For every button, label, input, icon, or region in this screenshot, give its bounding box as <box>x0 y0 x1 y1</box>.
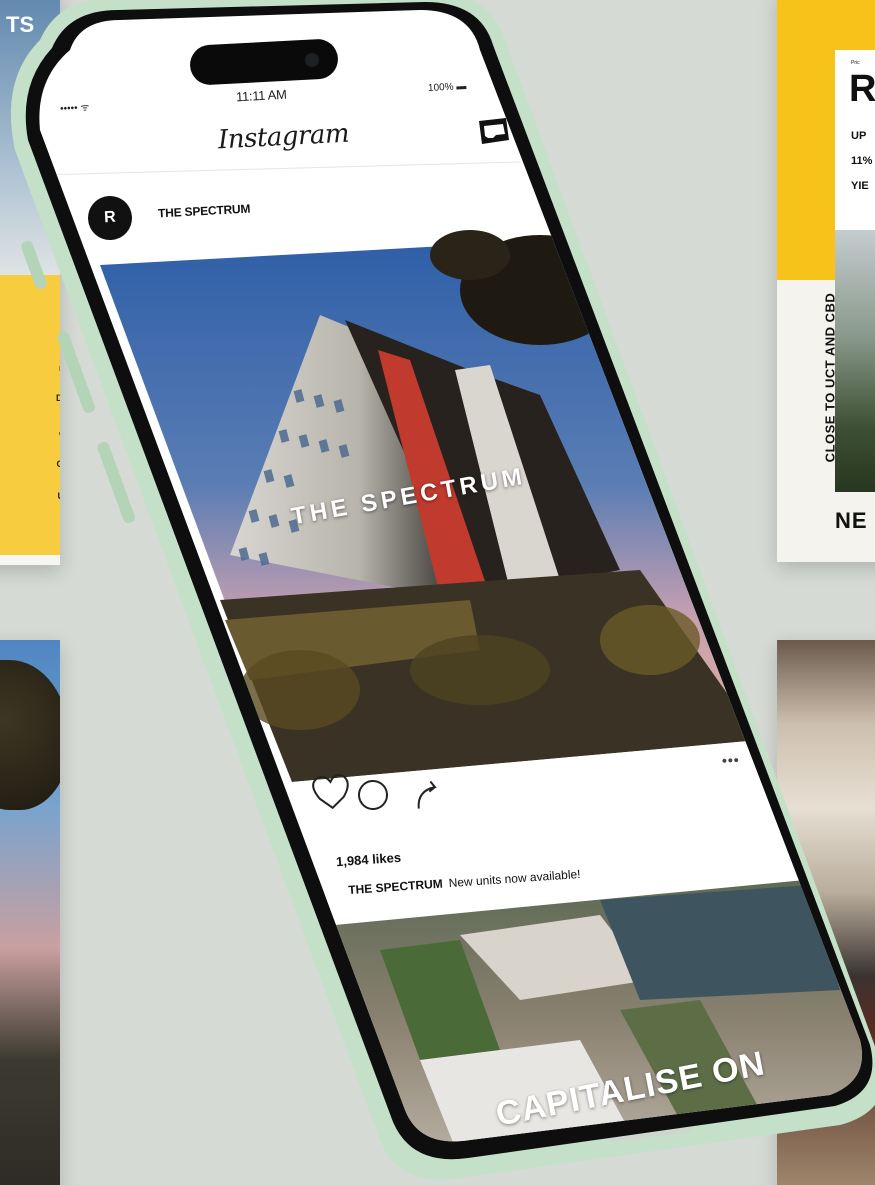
phone-screen: ••••• ᯤ 11:11 AM 100% ▬ Instagram R THE … <box>0 0 875 1185</box>
post-image-overlay-text: THE SPECTRUM <box>289 462 528 531</box>
caption-user[interactable]: THE SPECTRUM <box>348 877 443 898</box>
battery-icon: 100% ▬ <box>427 81 467 94</box>
next-post-overlay-text: CAPITALISE ON <box>492 1044 769 1134</box>
post-caption: THE SPECTRUM New units now available! <box>348 867 581 897</box>
caption-text: New units now available! <box>448 866 581 891</box>
avatar[interactable]: R <box>86 194 134 242</box>
more-options-icon[interactable]: ••• <box>722 752 741 769</box>
mockup-stage: TS rum Duty ews CBD UCT Pric R UP 11% YI… <box>0 0 875 1185</box>
like-icon[interactable] <box>305 780 335 810</box>
share-icon[interactable] <box>410 775 440 805</box>
status-time: 11:11 AM <box>235 86 287 105</box>
account-name[interactable]: THE SPECTRUM <box>158 202 251 221</box>
inbox-icon[interactable] <box>477 117 508 145</box>
likes-count[interactable]: 1,984 likes <box>336 850 402 870</box>
instagram-logo: Instagram <box>217 118 350 156</box>
phone-mockup: ••••• ᯤ 11:11 AM 100% ▬ Instagram R THE … <box>0 0 875 1185</box>
signal-icon: ••••• ᯤ <box>59 102 90 115</box>
comment-icon[interactable] <box>358 780 388 810</box>
